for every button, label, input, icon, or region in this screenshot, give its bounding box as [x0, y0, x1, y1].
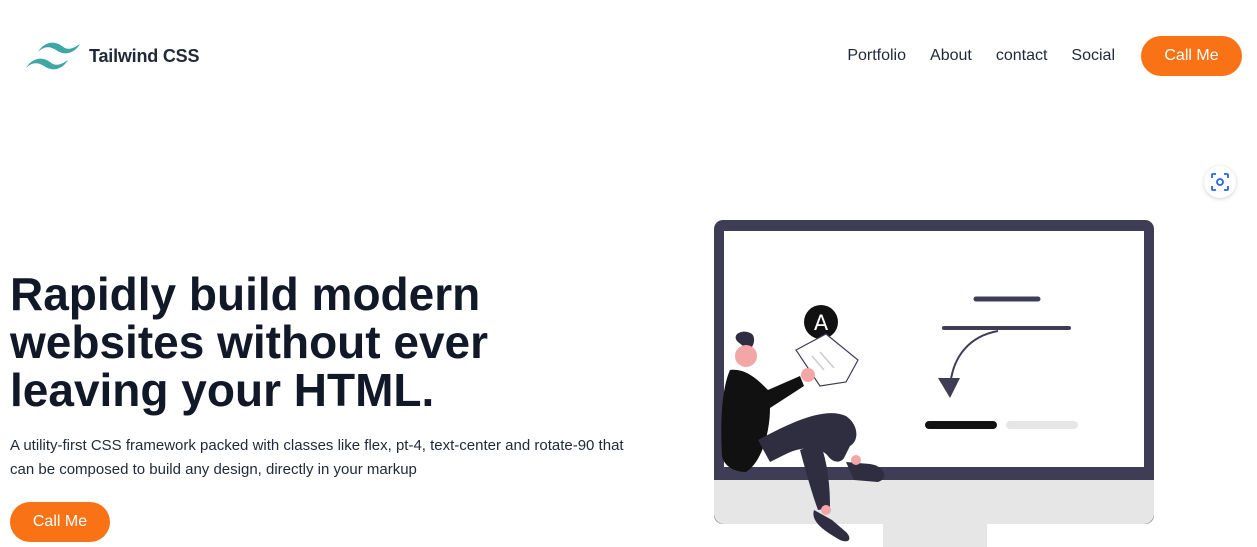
hero-illustration: A [714, 220, 1154, 547]
nav-link-portfolio[interactable]: Portfolio [847, 47, 906, 65]
tailwind-logo-icon [26, 42, 80, 70]
brand-logo[interactable]: Tailwind CSS [24, 38, 199, 74]
main-nav: Portfolio About contact Social Call Me [847, 36, 1242, 76]
hero-title: Rapidly build modern websites without ev… [10, 270, 570, 414]
badge-letter: A [814, 311, 829, 335]
hero-call-me-button[interactable]: Call Me [10, 502, 110, 542]
hero-title-line: websites without ever [10, 316, 489, 368]
nav-link-about[interactable]: About [930, 47, 972, 65]
hero-title-line: Rapidly build modern [10, 268, 481, 320]
brand-name: Tailwind CSS [89, 45, 200, 66]
monitor-chin [714, 480, 1154, 524]
scan-icon [1211, 173, 1229, 191]
nav-call-me-button[interactable]: Call Me [1141, 36, 1242, 76]
nav-link-contact[interactable]: contact [996, 47, 1048, 65]
screenshot-scan-button[interactable] [1204, 166, 1236, 198]
hero-title-line: leaving your HTML. [10, 364, 435, 416]
nav-link-social[interactable]: Social [1071, 47, 1115, 65]
hero-subtitle: A utility-first CSS framework packed wit… [10, 437, 624, 478]
